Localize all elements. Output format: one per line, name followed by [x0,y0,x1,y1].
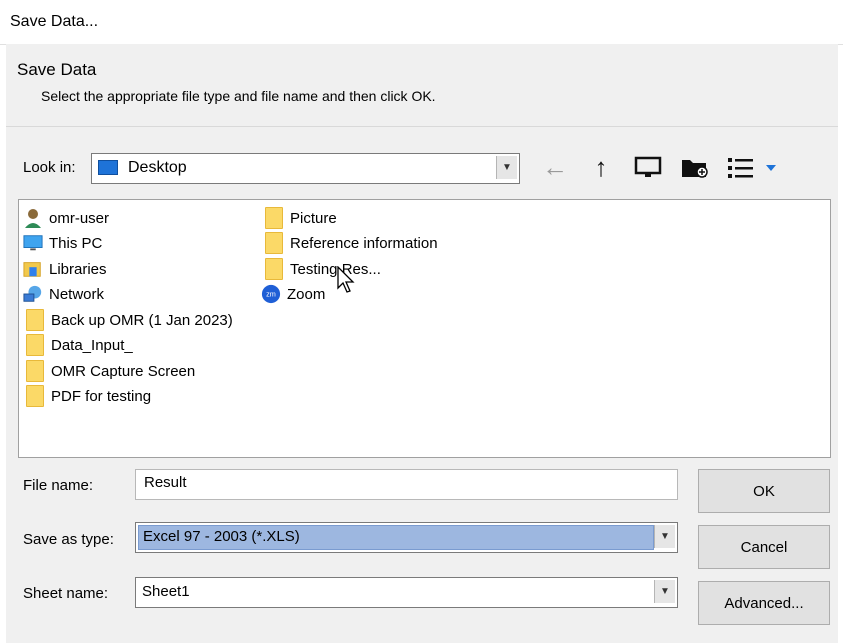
file-name: Testing Res... [290,260,381,278]
folder-icon [26,360,44,382]
save-type-combobox[interactable]: Excel 97 - 2003 (*.XLS) ▼ [135,522,678,553]
folder-icon [26,334,44,356]
advanced-button[interactable]: Advanced... [698,581,830,625]
lookin-label: Look in: [23,159,76,176]
file-name: Data_Input_ [51,336,133,354]
computer-icon [23,233,43,253]
list-item[interactable]: Picture [265,206,337,230]
folder-icon [26,385,44,407]
chevron-down-icon[interactable]: ▼ [496,156,517,179]
folder-icon [265,207,283,229]
zoom-icon: zm [261,284,281,304]
cancel-button[interactable]: Cancel [698,525,830,569]
folder-icon [26,309,44,331]
ok-button[interactable]: OK [698,469,830,513]
user-icon [23,208,43,228]
save-type-label: Save as type: [23,531,114,548]
save-type-value: Excel 97 - 2003 (*.XLS) [138,525,654,550]
new-folder-icon[interactable] [680,156,710,180]
desktop-view-icon[interactable] [634,156,662,180]
view-menu-icon[interactable] [726,155,782,181]
list-item[interactable]: This PC [23,231,102,255]
folder-icon [265,258,283,280]
header-subtitle: Select the appropriate file type and fil… [41,88,436,104]
up-arrow-icon[interactable]: ↑ [586,154,616,180]
list-item[interactable]: Testing Res... [265,257,381,281]
file-name: omr-user [49,209,110,227]
libraries-icon [23,259,43,279]
title-bar: Save Data... [0,0,843,45]
file-name: OMR Capture Screen [51,362,196,380]
back-arrow-icon[interactable]: ← [540,154,570,180]
file-name: Picture [290,209,337,227]
file-list[interactable]: omr-user This PC Libraries Network Back … [18,199,831,458]
list-item[interactable]: Data_Input_ [26,333,133,357]
sheet-name-label: Sheet name: [23,585,109,602]
file-name: Libraries [49,260,107,278]
lookin-value: Desktop [128,159,187,176]
list-item[interactable]: OMR Capture Screen [26,359,195,383]
network-icon [23,284,43,304]
file-name: PDF for testing [51,387,152,405]
window-title: Save Data... [10,13,99,30]
file-name: Zoom [287,285,326,303]
file-name-value: Result [144,474,187,491]
file-name: Reference information [290,234,438,252]
sheet-name-value: Sheet1 [142,583,190,600]
list-item[interactable]: omr-user [23,206,109,230]
lookin-combobox[interactable]: Desktop ▼ [91,153,520,184]
file-name: Network [49,285,105,303]
list-item[interactable]: Reference information [265,231,438,255]
file-name: Back up OMR (1 Jan 2023) [51,311,233,329]
list-item[interactable]: Back up OMR (1 Jan 2023) [26,308,233,332]
svg-text:zm: zm [266,290,276,299]
chevron-down-icon[interactable]: ▼ [654,580,675,603]
desktop-icon [98,160,118,175]
list-item[interactable]: Libraries [23,257,107,281]
file-name: This PC [49,234,103,252]
sheet-name-combobox[interactable]: Sheet1 ▼ [135,577,678,608]
mouse-cursor-icon [337,265,357,298]
folder-icon [265,232,283,254]
list-item[interactable]: zm Zoom [261,282,325,306]
list-item[interactable]: PDF for testing [26,384,151,408]
file-name-field[interactable]: Result [135,469,678,500]
file-name-label: File name: [23,477,94,494]
dialog-header: Save Data Select the appropriate file ty… [6,44,838,127]
chevron-down-icon[interactable]: ▼ [654,525,675,548]
list-item[interactable]: Network [23,282,104,306]
header-title: Save Data [17,60,97,79]
